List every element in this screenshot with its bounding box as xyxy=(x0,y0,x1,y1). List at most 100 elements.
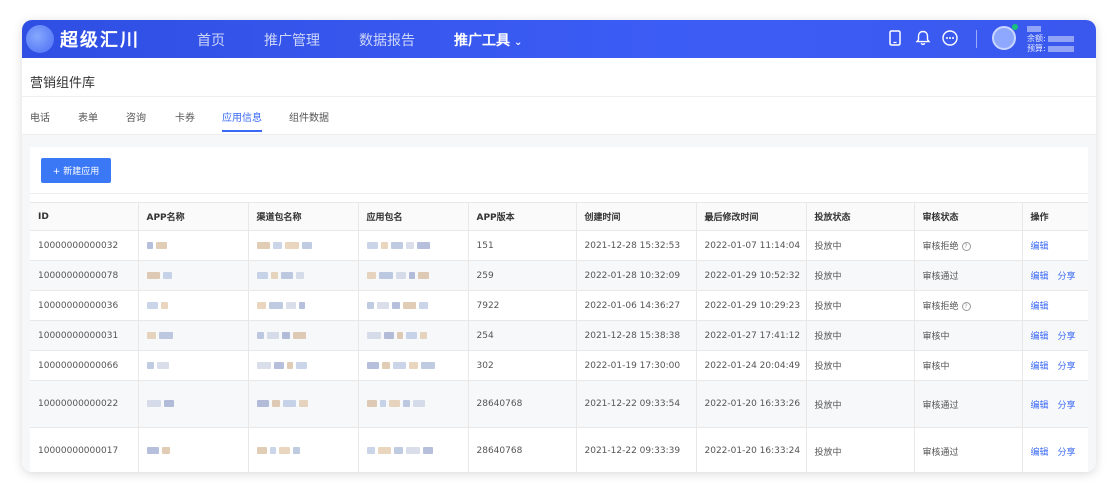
redacted-cell xyxy=(358,380,469,428)
edit-link[interactable]: 编辑 xyxy=(1031,332,1049,342)
bell-icon[interactable] xyxy=(914,29,932,47)
nav-item-home[interactable]: 首页 xyxy=(197,30,225,50)
more-icon[interactable] xyxy=(941,29,959,47)
redacted-cell xyxy=(138,427,249,472)
redacted-text xyxy=(282,400,296,407)
col-header-id[interactable]: ID xyxy=(30,202,139,231)
edit-link[interactable]: 编辑 xyxy=(1031,448,1049,458)
cell-modified-time: 2022-01-20 16:33:26 xyxy=(696,380,807,428)
nav-divider xyxy=(976,30,977,48)
redacted-cell xyxy=(138,290,249,321)
cell-modified-time: 2022-01-20 16:33:24 xyxy=(696,427,807,472)
help-icon[interactable]: ? xyxy=(961,242,971,251)
share-link[interactable]: 分享 xyxy=(1058,448,1076,458)
redacted-text xyxy=(396,331,403,339)
redacted-text xyxy=(412,400,425,407)
col-header-channel-package[interactable]: 渠道包名称 xyxy=(248,202,359,231)
col-header-created-time[interactable]: 创建时间 xyxy=(576,202,697,231)
redacted-cell xyxy=(138,230,249,261)
redacted-text xyxy=(256,301,266,309)
share-link[interactable]: 分享 xyxy=(1058,332,1076,342)
share-link[interactable]: 分享 xyxy=(1058,401,1076,411)
tab-component-data[interactable]: 组件数据 xyxy=(289,109,329,124)
edit-link[interactable]: 编辑 xyxy=(1031,242,1049,252)
redacted-text xyxy=(256,400,269,407)
redacted-text xyxy=(390,241,403,249)
cell-delivery-status: 投放中 xyxy=(806,230,915,261)
edit-link[interactable]: 编辑 xyxy=(1031,272,1049,282)
redacted-text xyxy=(295,271,304,279)
cell-created-time: 2021-12-28 15:38:38 xyxy=(576,320,697,351)
table-row: 10000000000066 302 2022-01-19 17:30:00 2022… xyxy=(30,350,1088,381)
redacted-text xyxy=(162,271,172,279)
cell-version: 254 xyxy=(468,320,577,351)
review-status-text: 审核拒绝 xyxy=(922,242,959,252)
redacted-text xyxy=(270,271,278,279)
tab-coupon[interactable]: 卡券 xyxy=(175,109,195,124)
redacted-text xyxy=(163,400,174,407)
tab-phone[interactable]: 电话 xyxy=(30,109,50,124)
redacted-cell xyxy=(248,230,359,261)
redacted-cell xyxy=(358,290,469,321)
account-info[interactable]: 余额: 预算: xyxy=(1027,24,1074,54)
redacted-text xyxy=(416,241,430,249)
help-icon[interactable]: ? xyxy=(961,302,971,311)
redacted-text xyxy=(380,241,388,249)
redacted-text xyxy=(285,301,296,309)
redacted-text xyxy=(146,447,159,454)
redacted-text xyxy=(146,241,153,249)
redacted-cell xyxy=(138,350,249,381)
top-nav: 超级汇川 首页 推广管理 数据报告 推广工具 ⌄ 余额: 预算: xyxy=(22,20,1096,58)
new-app-button[interactable]: + 新建应用 xyxy=(41,158,111,183)
redacted-text xyxy=(405,331,417,339)
redacted-text xyxy=(156,361,169,369)
title-divider xyxy=(22,96,1096,97)
edit-link[interactable]: 编辑 xyxy=(1031,401,1049,411)
review-status-text: 审核拒绝 xyxy=(922,302,959,312)
table-row: 10000000000031 254 2021-12-28 15:38:38 2022… xyxy=(30,320,1088,351)
cell-id: 10000000000031 xyxy=(30,320,139,351)
cell-created-time: 2021-12-22 09:33:54 xyxy=(576,380,697,428)
avatar[interactable] xyxy=(992,26,1016,50)
logo-icon xyxy=(26,25,54,53)
edit-link[interactable]: 编辑 xyxy=(1031,302,1049,312)
tab-consult[interactable]: 咨询 xyxy=(126,109,146,124)
col-header-package-name[interactable]: 应用包名 xyxy=(358,202,469,231)
nav-item-promotion[interactable]: 推广管理 xyxy=(264,30,320,50)
redacted-text xyxy=(388,400,400,407)
redacted-text xyxy=(160,301,168,309)
cell-id: 10000000000017 xyxy=(30,427,139,472)
cell-version: 7922 xyxy=(468,290,577,321)
cell-review-status: 审核中 xyxy=(914,320,1023,351)
cell-modified-time: 2022-01-29 10:52:32 xyxy=(696,260,807,291)
redacted-text xyxy=(408,271,415,279)
cell-review-status: 审核通过 xyxy=(914,427,1023,472)
tab-app-info[interactable]: 应用信息 xyxy=(222,109,262,124)
cell-created-time: 2022-01-19 17:30:00 xyxy=(576,350,697,381)
col-header-modified-time[interactable]: 最后修改时间 xyxy=(696,202,807,231)
logo[interactable]: 超级汇川 xyxy=(26,25,140,53)
redacted-cell xyxy=(138,260,249,291)
col-header-app-name[interactable]: APP名称 xyxy=(138,202,249,231)
review-status-text: 审核中 xyxy=(922,362,950,372)
redacted-text xyxy=(266,331,279,339)
col-header-review-status[interactable]: 审核状态 xyxy=(914,202,1023,231)
mobile-icon[interactable] xyxy=(886,29,904,47)
cell-modified-time: 2022-01-07 11:14:04 xyxy=(696,230,807,261)
share-link[interactable]: 分享 xyxy=(1058,272,1076,282)
nav-item-tools[interactable]: 推广工具 ⌄ xyxy=(454,30,522,50)
redacted-cell xyxy=(248,260,359,291)
cell-actions: 编辑 分享 xyxy=(1022,380,1088,428)
col-header-app-version[interactable]: APP版本 xyxy=(468,202,577,231)
nav-item-reports[interactable]: 数据报告 xyxy=(359,30,415,50)
review-status-text: 审核通过 xyxy=(922,400,959,411)
redacted-text xyxy=(256,331,264,339)
cell-review-status: 审核通过 xyxy=(914,260,1023,291)
col-header-delivery-status[interactable]: 投放状态 xyxy=(806,202,915,231)
share-link[interactable]: 分享 xyxy=(1058,362,1076,372)
tab-form[interactable]: 表单 xyxy=(78,109,98,124)
redacted-text xyxy=(366,400,377,407)
redacted-text xyxy=(256,271,268,279)
redacted-text xyxy=(376,301,389,309)
edit-link[interactable]: 编辑 xyxy=(1031,362,1049,372)
